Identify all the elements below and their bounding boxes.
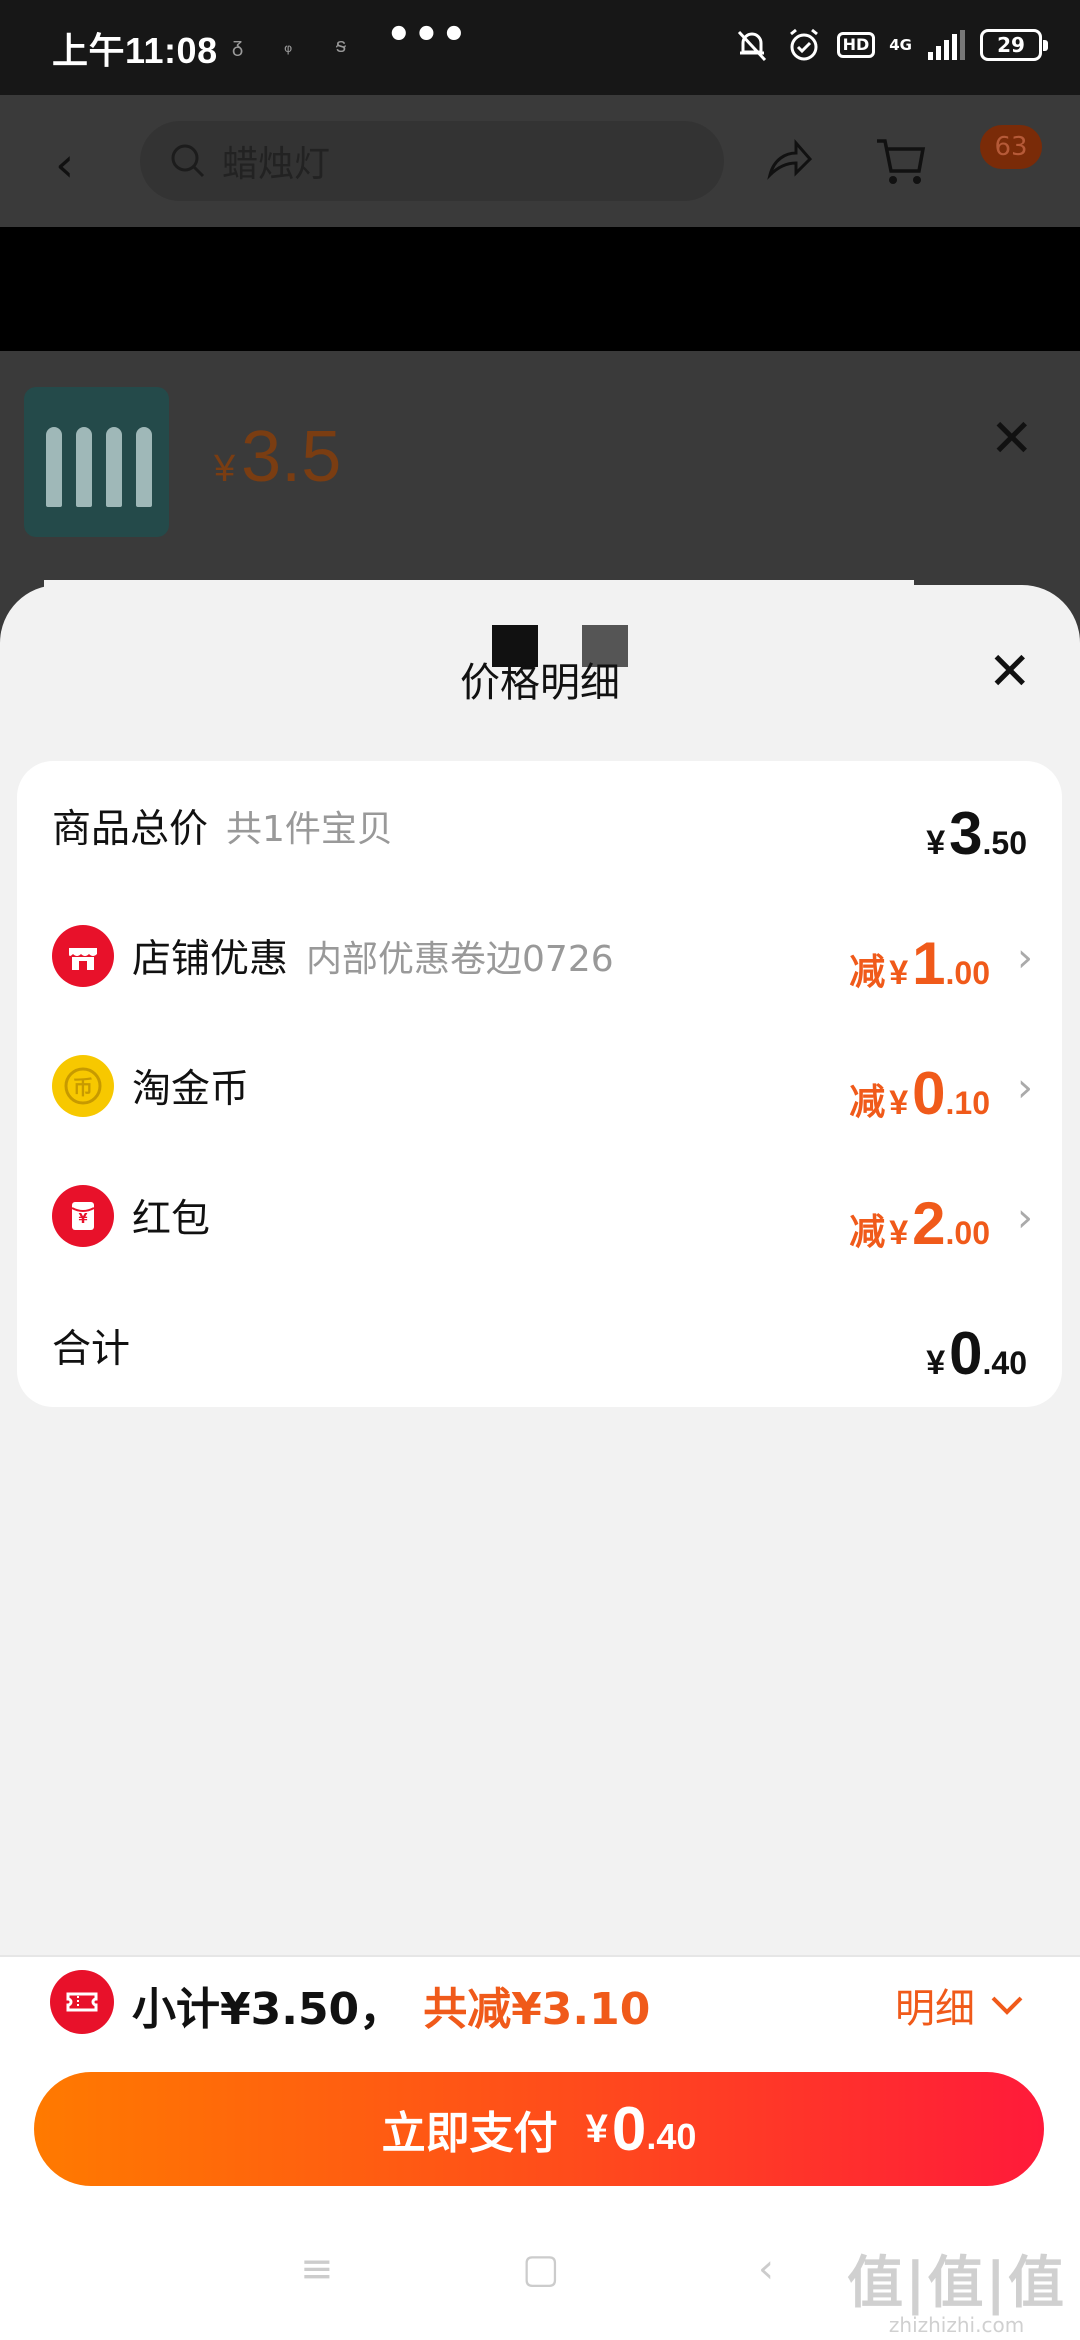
watermark: 值|值|值 zhizhizhi.com [847,2238,1066,2337]
coupon-icon [50,1970,114,2034]
row-label: 红包 [132,1197,211,1242]
svg-text:¥: ¥ [78,1212,87,1227]
close-icon[interactable]: ✕ [990,409,1034,469]
status-icons: HD 4G 29 [733,22,1048,68]
back-icon[interactable]: ‹ [758,2246,774,2292]
row-label: 商品总价 [52,807,209,852]
search-icon [171,144,205,178]
price-card: 商品总价 共1件宝贝 ¥3.50 店铺优惠 内部优惠卷边0726 减 ¥1.00 … [17,761,1062,1407]
battery-level: 29 [997,33,1025,57]
alarm-icon [789,28,818,61]
top-nav: ‹ 蜡烛灯 63 [0,95,1080,227]
row-amount: ¥3.50 [926,800,1027,867]
network-label: 4G [889,36,912,54]
row-label: 合计 [52,1327,131,1372]
signal-icon [928,30,965,60]
product-price: ¥3.5 [214,417,342,497]
pay-now-button[interactable]: 立即支付 ¥ 0 .40 [34,2072,1044,2186]
row-sub: 共1件宝贝 [226,809,393,850]
chevron-right-icon: › [1017,935,1033,981]
image-area [0,227,1080,351]
home-icon[interactable]: ▢ [522,2246,560,2292]
row-label: 淘金币 [132,1067,250,1112]
more-dots-icon: ••• [386,12,469,58]
row-amount: 减 ¥2.00 [849,1190,990,1257]
gold-coin-icon: 币 [52,1055,114,1117]
notification-icon: ᵴ [336,33,346,57]
row-label: 店铺优惠 [132,937,289,982]
cart-icon[interactable] [873,133,929,189]
close-icon[interactable]: ✕ [988,642,1032,702]
red-packet-icon: ¥ [52,1185,114,1247]
watermark-logo: 值|值|值 [847,2251,1066,2316]
product-thumbnail[interactable] [24,387,169,537]
shop-icon [52,925,114,987]
status-bar: 上午11:08 ᵹ ᵩ ᵴ ••• HD 4G 29 [0,0,1080,95]
notification-icon: ᵹ [232,33,244,57]
chevron-right-icon: › [1017,1195,1033,1241]
hd-icon: HD [836,32,876,58]
row-red-packet[interactable]: ¥ 红包 减 ¥2.00 › [17,1151,1062,1281]
mute-bell-icon [737,30,766,62]
chevron-down-icon [991,1996,1023,2015]
row-gold-coin[interactable]: 币 淘金币 减 ¥0.10 › [17,1021,1062,1151]
status-time: 上午11:08 [52,30,218,71]
row-total: 合计 ¥0.40 [17,1281,1062,1411]
search-bar[interactable]: 蜡烛灯 [140,121,724,201]
detail-label: 明细 [895,1986,975,2032]
summary-text: 小计¥3.50， 共减¥3.10 [132,1975,650,2035]
share-icon[interactable] [764,135,814,185]
notification-icon: ᵩ [284,33,293,57]
discount-text: 共减¥3.10 [423,1984,651,2035]
menu-icon[interactable]: ≡ [300,2246,334,2292]
row-shop-discount[interactable]: 店铺优惠 内部优惠卷边0726 减 ¥1.00 › [17,891,1062,1021]
search-text: 蜡烛灯 [222,144,331,185]
row-amount: 减 ¥1.00 [849,930,990,997]
sheet-title: 价格明细 [460,660,620,706]
cart-badge: 63 [980,125,1042,169]
row-amount: ¥0.40 [926,1320,1027,1387]
back-icon[interactable]: ‹ [55,137,74,193]
battery-icon: 29 [980,29,1048,61]
svg-text:币: 币 [73,1075,93,1099]
detail-toggle[interactable]: 明细 [895,1975,1025,2035]
subtotal-text: 小计¥3.50， [132,1984,404,2035]
row-sub: 内部优惠卷边0726 [306,939,614,980]
row-total-price: 商品总价 共1件宝贝 ¥3.50 [17,761,1062,891]
chevron-right-icon: › [1017,1065,1033,1111]
row-amount: 减 ¥0.10 [849,1060,990,1127]
